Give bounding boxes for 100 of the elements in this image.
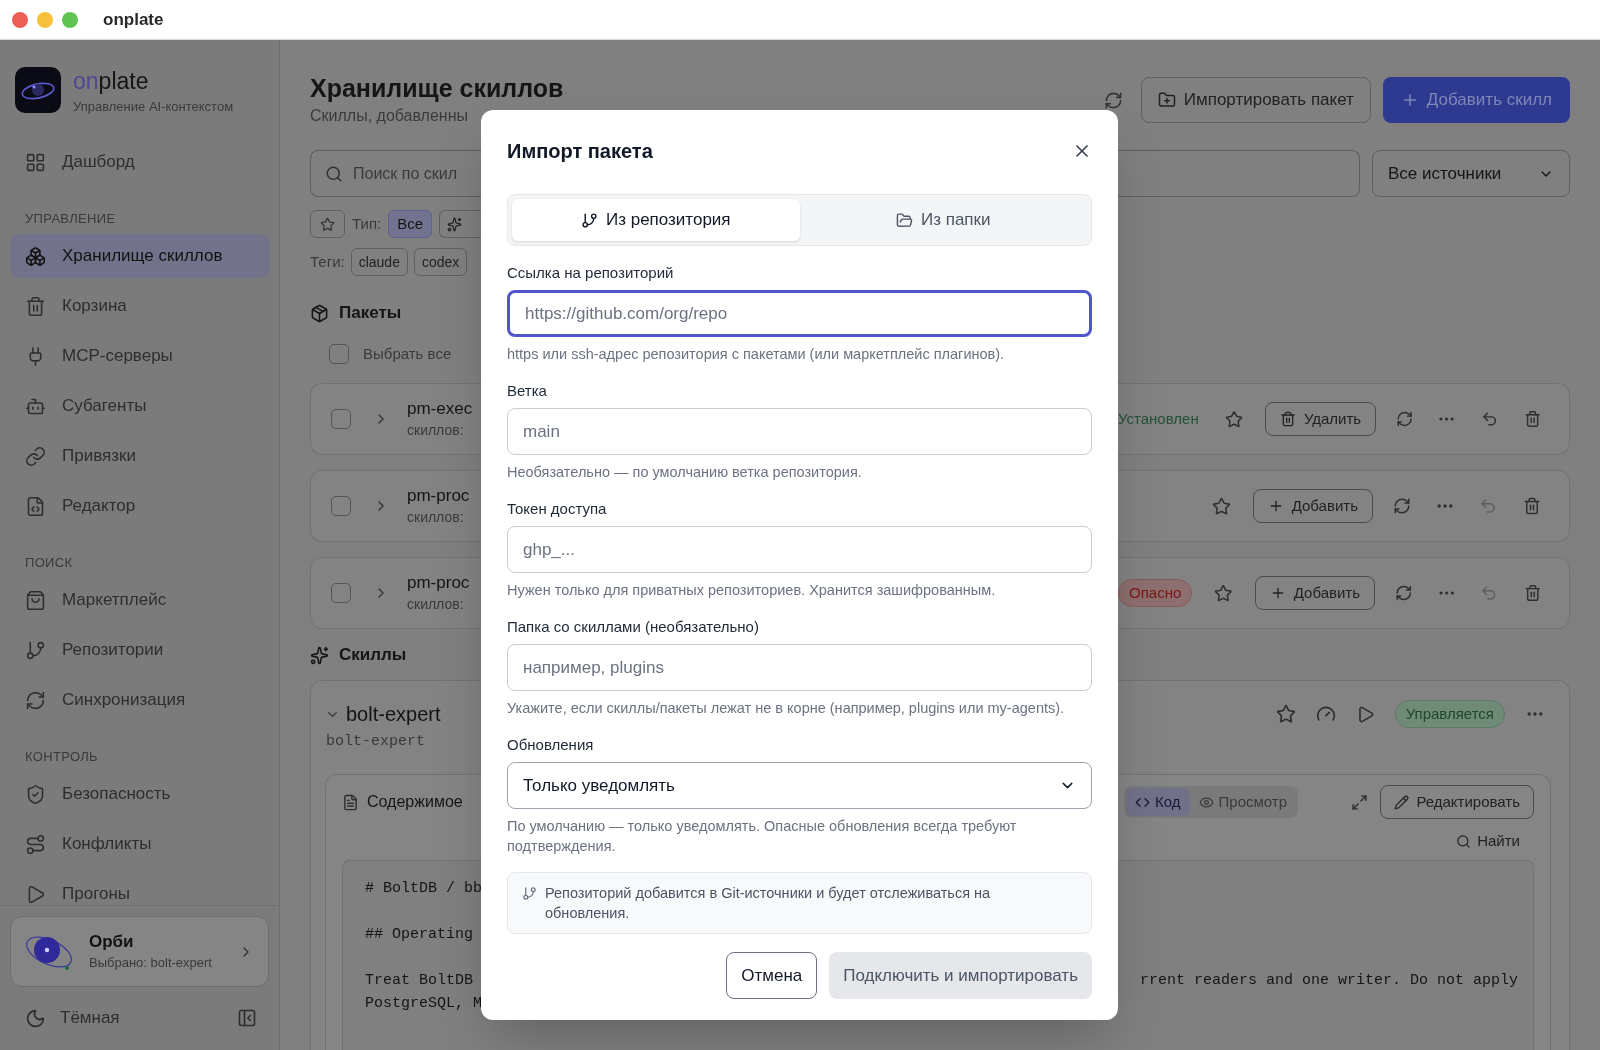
nav-item[interactable]: Прогоны xyxy=(10,872,269,905)
nav-item[interactable]: Безопасность xyxy=(10,772,269,816)
source-tab[interactable]: Из репозитория xyxy=(512,199,800,241)
nav-item[interactable]: Привязки xyxy=(10,434,269,478)
updates-select[interactable]: Только уведомлять xyxy=(507,762,1092,809)
source-tab[interactable]: Из папки xyxy=(799,199,1087,241)
content-title: Содержимое xyxy=(367,792,463,812)
type-chip[interactable]: Все xyxy=(388,210,433,238)
skill-name: bolt-expert xyxy=(346,702,441,727)
code-line: rrent readers and one writer. Do not apply xyxy=(1140,971,1519,992)
input-field[interactable]: https://github.com/org/repo xyxy=(507,290,1092,337)
eye-icon xyxy=(1198,794,1214,810)
status-badge: Управляется xyxy=(1394,700,1505,728)
package-name: pm-proc xyxy=(407,572,470,594)
star-icon[interactable] xyxy=(1224,409,1243,429)
package-name: pm-exec xyxy=(407,398,473,420)
source-select[interactable]: Все источники xyxy=(1372,150,1570,197)
dialog-title: Импорт пакета xyxy=(507,139,653,164)
assistant-subtitle: Выбрано: bolt-expert xyxy=(89,953,212,972)
undo-icon[interactable] xyxy=(1480,410,1498,428)
edit-button[interactable]: Редактировать xyxy=(1380,785,1534,819)
moon-icon xyxy=(25,1007,46,1029)
page-subtitle: Скиллы, добавленны xyxy=(310,106,470,126)
view-tab[interactable]: Просмотр xyxy=(1189,788,1297,816)
checkbox[interactable] xyxy=(329,344,349,364)
assistant-name: Орби xyxy=(89,930,134,953)
assistant-card[interactable]: Орби Выбрано: bolt-expert xyxy=(10,916,269,987)
expand-icon[interactable] xyxy=(1351,793,1369,811)
package-count: скиллов: xyxy=(407,421,465,440)
section-heading: КОНТРОЛЬ xyxy=(25,749,98,764)
sync-icon[interactable] xyxy=(1395,584,1413,602)
nav-item[interactable]: Редактор xyxy=(10,484,269,528)
package-name: pm-proc xyxy=(407,485,470,507)
nav-item[interactable]: Субагенты xyxy=(10,384,269,428)
skill-slug: bolt-expert xyxy=(326,731,426,752)
branch-icon xyxy=(580,211,598,229)
info-text: Репозиторий добавится в Git-источники и будет отслеживаться на обновления. xyxy=(545,884,992,923)
window-title: onplate xyxy=(103,8,164,31)
import-button[interactable]: Импортировать пакет xyxy=(1140,77,1371,123)
tag-chip[interactable]: codex xyxy=(413,248,468,276)
route-icon xyxy=(25,833,46,855)
field-label: Токен доступа xyxy=(507,499,608,519)
star-icon[interactable] xyxy=(1275,704,1296,724)
star-icon[interactable] xyxy=(1211,496,1231,516)
folder-plus-icon xyxy=(1157,91,1176,109)
add-skill-button[interactable]: Добавить скилл xyxy=(1382,77,1570,123)
nav-item[interactable]: MCP-серверы xyxy=(10,334,269,378)
checkbox[interactable] xyxy=(331,583,351,603)
tag-chip[interactable]: claude xyxy=(350,248,408,276)
checkbox[interactable] xyxy=(331,496,351,516)
nav-item[interactable]: Корзина xyxy=(10,284,269,328)
document-icon xyxy=(342,793,359,811)
brand-tagline: Управление AI-контекстом xyxy=(73,98,234,116)
star-icon[interactable] xyxy=(1214,583,1233,603)
cancel-button[interactable]: Отмена xyxy=(726,952,818,999)
sync-icon[interactable] xyxy=(1396,410,1414,428)
favorites-filter[interactable] xyxy=(310,210,345,238)
nav-item[interactable]: Хранилище скиллов xyxy=(10,234,269,278)
field-label: Ссылка на репозиторий xyxy=(507,263,675,283)
zoom-window-button[interactable] xyxy=(62,11,78,28)
section-heading: ПОИСК xyxy=(25,555,73,570)
find-button[interactable]: Найти xyxy=(1456,829,1520,853)
search-icon xyxy=(325,164,343,183)
checkbox[interactable] xyxy=(331,409,351,429)
nav-item[interactable]: Маркетплейс xyxy=(10,578,269,622)
shield-icon xyxy=(25,783,46,805)
nav-item[interactable]: Конфликты xyxy=(10,822,269,866)
trash-icon xyxy=(1279,411,1296,427)
sparkle-icon xyxy=(447,216,463,232)
search-icon xyxy=(1456,833,1472,849)
pencil-icon xyxy=(1394,794,1410,810)
logo-icon xyxy=(15,67,61,113)
refresh-icon[interactable] xyxy=(1103,90,1123,110)
sync-icon[interactable] xyxy=(1393,497,1411,515)
grid-icon xyxy=(25,151,46,173)
nav-item[interactable]: Дашборд xyxy=(10,140,269,184)
close-window-button[interactable] xyxy=(12,11,28,28)
view-tab[interactable]: Код xyxy=(1126,788,1190,816)
gauge-icon[interactable] xyxy=(1315,704,1336,724)
nav-item[interactable]: Синхронизация xyxy=(10,678,269,722)
code-line: Treat BoltDB xyxy=(365,971,474,992)
field-help: Нужен только для приватных репозиториев. Хранится зашифрованным. xyxy=(507,581,997,600)
theme-toggle[interactable]: Тёмная xyxy=(60,1005,223,1031)
trash-icon[interactable] xyxy=(1523,410,1541,428)
nav-item[interactable]: Репозитории xyxy=(10,628,269,672)
field-help: https или ssh-адрес репозитория с пакетами (или маркетплейс плагинов). xyxy=(507,345,1006,364)
collapse-sidebar-icon[interactable] xyxy=(237,1008,257,1028)
status-label: Установлен xyxy=(1118,408,1199,429)
trash-icon[interactable] xyxy=(1523,497,1541,515)
remove-button[interactable]: Удалить xyxy=(1264,402,1377,436)
trash-icon[interactable] xyxy=(1523,584,1541,602)
folder-icon xyxy=(895,211,913,229)
field-help: По умолчанию — только уведомлять. Опасные обновления всегда требуют подтверждения. xyxy=(507,817,1018,856)
add-button[interactable]: Добавить xyxy=(1254,576,1376,610)
field-help: Необязательно — по умолчанию ветка репозитория. xyxy=(507,463,863,482)
add-button[interactable]: Добавить xyxy=(1252,489,1373,523)
branch-icon xyxy=(25,639,46,661)
package-icon xyxy=(310,303,329,323)
section-title: Пакеты xyxy=(339,302,402,325)
status-badge: Опасно xyxy=(1118,579,1193,607)
